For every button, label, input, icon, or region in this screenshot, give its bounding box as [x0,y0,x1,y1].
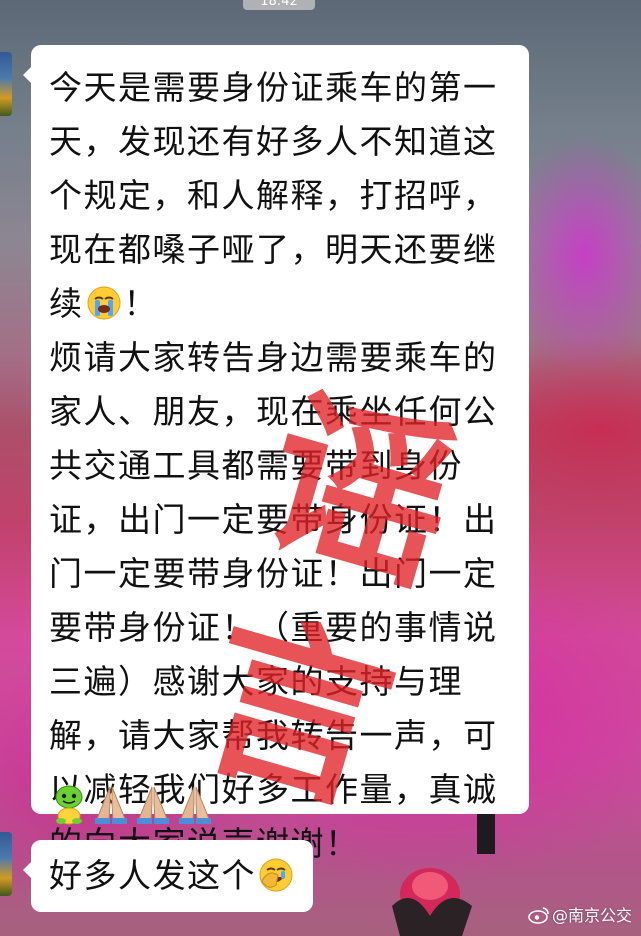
message-text: 好多人发这个 [49,840,303,912]
weibo-watermark: @南京公交 [528,905,632,927]
emoji-row [49,783,217,829]
weibo-icon [528,907,549,924]
green-sprout-face-icon [49,783,89,825]
folded-hands-icon [91,783,131,825]
timestamp-badge: 18:42 [243,0,315,10]
sender-avatar[interactable] [0,52,12,116]
folded-hands-icon [133,783,173,825]
sender-avatar[interactable] [0,832,12,896]
message-text-part1: 好多人发这个 [49,856,256,895]
chat-screen: 18:42 今天是需要身份证乘车的第一天，发现还有好多人不知道这个规定，和人解释… [0,0,641,936]
loudly-crying-face-icon [86,285,122,321]
message-bubble[interactable]: 好多人发这个 [23,840,313,912]
message-text-part2: ！ 烦请大家转告身边需要乘车的家人、朋友，现在乘坐任何公共交通工具都需要带到身份… [49,284,498,863]
message-bubble[interactable]: 今天是需要身份证乘车的第一天，发现还有好多人不知道这个规定，和人解释，打招呼，现… [23,45,529,863]
message-text: 今天是需要身份证乘车的第一天，发现还有好多人不知道这个规定，和人解释，打招呼，现… [49,61,519,871]
watermark-text: @南京公交 [552,906,633,925]
flower-bud-decoration [392,868,472,936]
folded-hands-icon [175,783,215,825]
face-with-hand-over-eyes-laughing-icon [258,857,294,893]
